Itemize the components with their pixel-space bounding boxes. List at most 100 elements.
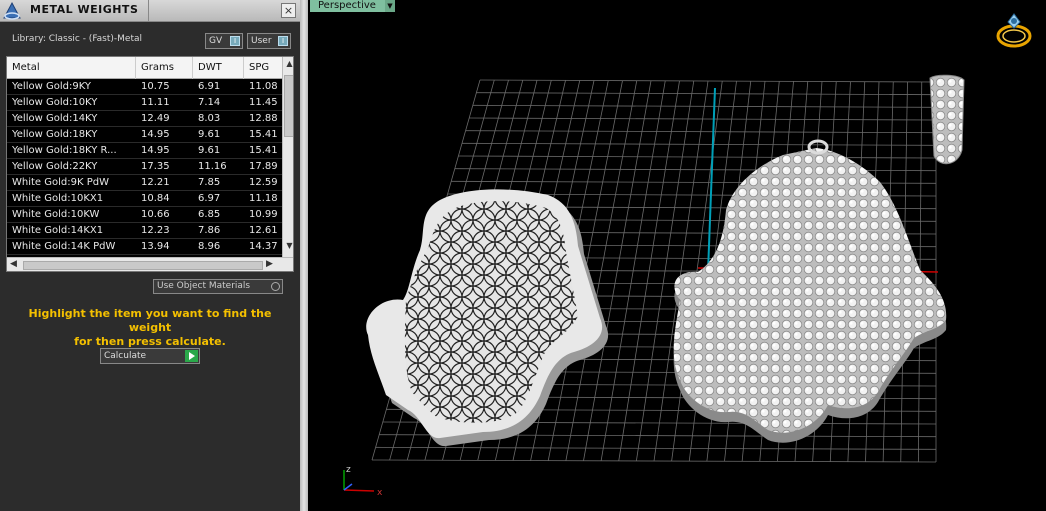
column-divider[interactable] [192, 57, 193, 79]
dwt-cell: 8.96 [198, 241, 221, 252]
user-toggle[interactable]: User I [247, 33, 291, 49]
gv-toggle[interactable]: GV I [205, 33, 243, 49]
column-divider[interactable] [243, 57, 244, 79]
metal-cell: Yellow Gold:22KY [12, 161, 98, 172]
use-object-materials-button[interactable]: Use Object Materials [153, 279, 283, 294]
spg-cell: 15.41 [249, 145, 278, 156]
3d-viewport[interactable]: z x Perspective ▼ [308, 0, 1046, 511]
horizontal-scroll-thumb[interactable] [23, 261, 263, 270]
panel-title: METAL WEIGHTS [30, 3, 139, 16]
spg-cell: 14.37 [249, 241, 278, 252]
instruction-line: Highlight the item you want to find the … [28, 307, 272, 334]
horizontal-scrollbar[interactable]: ◀ ▶ [7, 257, 293, 271]
table-row[interactable]: Yellow Gold:22KY 17.35 11.16 17.89 [7, 159, 282, 175]
grams-cell: 10.84 [141, 193, 170, 204]
close-icon[interactable]: × [281, 3, 296, 18]
table-row[interactable]: Yellow Gold:9KY 10.75 6.91 11.08 [7, 79, 282, 95]
calculate-button[interactable]: Calculate [100, 348, 200, 364]
spg-cell: 15.41 [249, 129, 278, 140]
axis-triad-icon: z x [343, 465, 383, 498]
chevron-up-icon[interactable]: ▲ [284, 59, 293, 71]
panel-titlebar[interactable]: METAL WEIGHTS × [0, 0, 300, 22]
dwt-cell: 7.85 [198, 177, 221, 188]
chevron-left-icon[interactable]: ◀ [10, 259, 17, 269]
metal-cell: White Gold:10KX1 [12, 193, 104, 204]
column-header-spg[interactable]: SPG [249, 62, 269, 73]
ring-navigator-icon[interactable] [996, 13, 1032, 48]
table-row[interactable]: Yellow Gold:10KY 11.11 7.14 11.45 [7, 95, 282, 111]
calculate-label: Calculate [104, 351, 147, 361]
bail-model[interactable] [929, 74, 965, 165]
column-header-metal[interactable]: Metal [12, 62, 40, 73]
metal-cell: Yellow Gold:9KY [12, 81, 91, 92]
table-header: Metal Grams DWT SPG [7, 57, 293, 79]
chevron-right-icon[interactable]: ▶ [266, 259, 273, 269]
hamsa-filigree-model[interactable] [366, 189, 609, 447]
metal-table: Metal Grams DWT SPG Yellow Gold:9KY 10.7… [6, 56, 294, 272]
grams-cell: 10.75 [141, 81, 170, 92]
app-logo-icon [3, 1, 21, 20]
z-axis-label: z [346, 465, 351, 475]
chevron-down-icon[interactable]: ▼ [284, 241, 293, 253]
dwt-cell: 7.86 [198, 225, 221, 236]
viewport-scene: z x [343, 13, 1032, 498]
metal-cell: Yellow Gold:14KY [12, 113, 98, 124]
spg-cell: 11.08 [249, 81, 278, 92]
spg-cell: 11.45 [249, 97, 278, 108]
instruction-text: Highlight the item you want to find the … [10, 307, 290, 349]
view-mode-label[interactable]: Perspective [310, 0, 385, 12]
use-object-materials-label: Use Object Materials [157, 281, 251, 291]
toggle-knob-icon: I [278, 36, 288, 46]
user-toggle-label: User [251, 36, 272, 46]
metal-cell: White Gold:10KW [12, 209, 100, 220]
library-label: Library: Classic - (Fast)-Metal [12, 34, 143, 44]
metal-cell: White Gold:9K PdW [12, 177, 109, 188]
grams-cell: 14.95 [141, 129, 170, 140]
metal-cell: Yellow Gold:18KY [12, 129, 98, 140]
chevron-down-icon[interactable]: ▼ [385, 0, 395, 12]
grams-cell: 10.66 [141, 209, 170, 220]
table-row[interactable]: Yellow Gold:18KY R... 14.95 9.61 15.41 [7, 143, 282, 159]
metal-cell: Yellow Gold:10KY [12, 97, 98, 108]
column-divider[interactable] [135, 57, 136, 79]
dwt-cell: 7.14 [198, 97, 221, 108]
grams-cell: 11.11 [141, 97, 170, 108]
metal-cell: White Gold:14K PdW [12, 241, 116, 252]
grams-cell: 12.21 [141, 177, 170, 188]
grams-cell: 14.95 [141, 145, 170, 156]
x-axis-label: x [377, 488, 383, 498]
table-row[interactable]: Yellow Gold:14KY 12.49 8.03 12.88 [7, 111, 282, 127]
play-icon [185, 350, 198, 362]
vertical-scroll-thumb[interactable] [284, 75, 293, 137]
dwt-cell: 9.61 [198, 145, 221, 156]
spg-cell: 10.99 [249, 209, 278, 220]
table-row[interactable]: White Gold:9K PdW 12.21 7.85 12.59 [7, 175, 282, 191]
table-row[interactable]: White Gold:10KX1 10.84 6.97 11.18 [7, 191, 282, 207]
table-row[interactable]: White Gold:10KW 10.66 6.85 10.99 [7, 207, 282, 223]
gv-toggle-label: GV [209, 36, 223, 46]
dwt-cell: 9.61 [198, 129, 221, 140]
titlebar-divider [148, 0, 149, 22]
grams-cell: 12.49 [141, 113, 170, 124]
column-header-grams[interactable]: Grams [141, 62, 174, 73]
grams-cell: 13.94 [141, 241, 170, 252]
metal-cell: White Gold:14KX1 [12, 225, 104, 236]
spg-cell: 17.89 [249, 161, 278, 172]
dwt-cell: 6.97 [198, 193, 221, 204]
metal-weights-panel: METAL WEIGHTS × Library: Classic - (Fast… [0, 0, 300, 511]
radio-icon [271, 282, 280, 291]
spg-cell: 12.61 [249, 225, 278, 236]
grams-cell: 12.23 [141, 225, 170, 236]
table-row[interactable]: Yellow Gold:18KY 14.95 9.61 15.41 [7, 127, 282, 143]
column-header-dwt[interactable]: DWT [198, 62, 222, 73]
dwt-cell: 8.03 [198, 113, 221, 124]
spg-cell: 11.18 [249, 193, 278, 204]
metal-cell: Yellow Gold:18KY R... [12, 145, 117, 156]
spg-cell: 12.59 [249, 177, 278, 188]
panel-splitter[interactable] [300, 0, 308, 511]
table-row[interactable]: White Gold:14K PdW 13.94 8.96 14.37 [7, 239, 282, 255]
grams-cell: 17.35 [141, 161, 170, 172]
dwt-cell: 11.16 [198, 161, 227, 172]
table-row[interactable]: White Gold:14KX1 12.23 7.86 12.61 [7, 223, 282, 239]
vertical-scrollbar[interactable]: ▲ ▼ [282, 57, 293, 257]
